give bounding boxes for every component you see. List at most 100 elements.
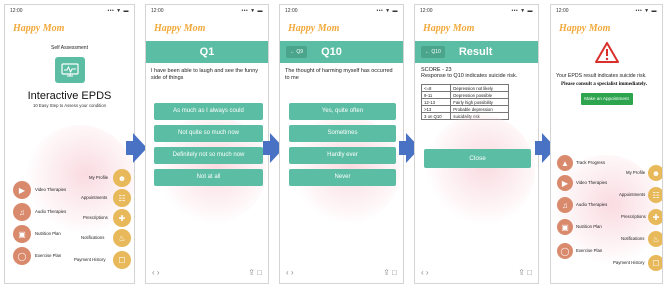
menu-appointments[interactable]: Appointments [81,195,107,200]
response-text: Response to Q10 indicates suicide risk. [421,73,518,79]
status-bar: 12:00 ••• ▼ ▬ [280,5,403,17]
brand-logo: Happy Mom [13,23,65,34]
video-therapies-icon[interactable]: ▶ [13,181,31,199]
score-table: <=8 Depression not likely 9-11 Depression … [420,84,509,120]
back-chevron-icon[interactable]: ‹ › [421,268,429,277]
status-bar: 12:00 ••• ▼ ▬ [5,5,134,17]
question-text: The thought of harming myself has occurr… [285,68,393,82]
my-profile-icon[interactable]: ☻ [113,169,131,187]
menu-prescriptions[interactable]: Prescriptions [621,214,646,219]
menu-payment-history[interactable]: Payment History [74,257,106,262]
browser-nav: ‹ › ⇪ □ [152,268,262,277]
browser-nav: ‹ › ⇪ □ [286,268,397,277]
status-time: 12:00 [556,8,569,14]
menu-nutrition-plan[interactable]: Nutrition Plan [576,224,602,229]
exercise-plan-icon[interactable]: ◯ [557,243,573,259]
menu-exercise-plan[interactable]: Exercise Plan [35,253,61,258]
risk-alert-screen: 12:00 ••• ▼ ▬ Happy Mom Your EPDS result… [550,4,663,284]
option-not-at-all-button[interactable]: Not at all [154,169,263,186]
question-title: Q1 [199,46,215,58]
menu-my-profile[interactable]: My Profile [626,170,645,175]
notifications-icon[interactable]: ♨ [648,231,662,247]
brand-logo: Happy Mom [288,23,340,34]
prescriptions-icon[interactable]: ✚ [113,209,131,227]
table-row: 9-11 Depression possible [420,91,509,99]
payment-history-icon[interactable]: ☐ [113,251,131,269]
status-time: 12:00 [285,8,298,14]
table-row: 12-13 Fairly high possibility [420,98,509,106]
status-bar: 12:00 ••• ▼ ▬ [415,5,538,17]
option-yes-quite-often-button[interactable]: Yes, quite often [289,103,396,120]
menu-notifications[interactable]: Notifications [81,235,104,240]
warning-icon [551,42,662,68]
menu-audio-therapies[interactable]: Audio Therapies [35,209,66,214]
option-not-quite-so-much-button[interactable]: Not quite so much now [154,125,263,142]
menu-appointments[interactable]: Appointments [619,192,645,197]
status-bar: 12:00 ••• ▼ ▬ [551,5,662,17]
option-never-button[interactable]: Never [289,169,396,186]
mother-baby-watermark [425,115,535,225]
menu-video-therapies[interactable]: Video Therapies [576,180,607,185]
back-chevron-icon[interactable]: ‹ › [152,268,160,277]
status-signal-icon: ••• ▼ ▬ [376,8,398,14]
option-hardly-ever-button[interactable]: Hardly ever [289,147,396,164]
appointments-icon[interactable]: ☷ [648,187,662,203]
result-header: ← Q10 Result [415,41,538,63]
menu-audio-therapies[interactable]: Audio Therapies [576,202,607,207]
consult-message: Please consult a specialist immediately. [561,81,648,87]
brand-logo: Happy Mom [559,23,611,34]
prescriptions-icon[interactable]: ✚ [648,209,662,225]
menu-payment-history[interactable]: Payment History [613,260,645,265]
share-icon[interactable]: ⇪ □ [248,268,262,277]
question-1-screen: 12:00 ••• ▼ ▬ Happy Mom Q1 I have been a… [145,4,269,284]
close-button[interactable]: Close [424,149,531,168]
status-signal-icon: ••• ▼ ▬ [107,8,129,14]
menu-track-progress[interactable]: Track Progress [576,160,605,165]
payment-history-icon[interactable]: ☐ [648,255,662,271]
nutrition-plan-icon[interactable]: ▣ [557,219,573,235]
question-text: I have been able to laugh and see the fu… [151,68,259,82]
epds-monitor-button[interactable] [54,57,85,83]
my-profile-icon[interactable]: ☻ [648,165,662,181]
appointments-icon[interactable]: ☷ [113,189,131,207]
question-title: Q10 [321,46,342,58]
menu-my-profile[interactable]: My Profile [89,175,108,180]
option-definitely-not-button[interactable]: Definitely not so much now [154,147,263,164]
score-meaning: Depression possible [450,91,509,99]
share-icon[interactable]: ⇪ □ [383,268,397,277]
back-chevron-icon[interactable]: ‹ › [286,268,294,277]
nutrition-plan-icon[interactable]: ▣ [13,225,31,243]
audio-therapies-icon[interactable]: ♫ [557,197,573,213]
score-range: 3 on Q10 [420,112,452,120]
menu-notifications[interactable]: Notifications [621,236,644,241]
menu-nutrition-plan[interactable]: Nutrition Plan [35,231,61,236]
share-icon[interactable]: ⇪ □ [518,268,532,277]
exercise-plan-icon[interactable]: ◯ [13,247,31,265]
score-range: >13 [420,105,452,113]
video-therapies-icon[interactable]: ▶ [557,175,573,191]
make-appointment-button[interactable]: Make an Appointment [580,93,633,105]
back-to-q9-button[interactable]: ← Q9 [286,46,308,58]
status-time: 12:00 [420,8,433,14]
self-assessment-label: Self Assessment [51,45,88,51]
brand-logo: Happy Mom [423,23,475,34]
track-progress-icon[interactable]: ▲ [557,155,573,171]
epds-subtitle: 10 Easy Step to Assess your condition [32,103,107,108]
brand-logo: Happy Mom [154,23,206,34]
status-time: 12:00 [10,8,23,14]
menu-prescriptions[interactable]: Prescriptions [83,215,108,220]
notifications-icon[interactable]: ♨ [113,229,131,247]
result-title: Result [458,46,493,58]
status-signal-icon: ••• ▼ ▬ [511,8,533,14]
option-as-much-as-always-button[interactable]: As much as I always could [154,103,263,120]
risk-message: Your EPDS result indicates suicide risk. [556,73,647,79]
result-screen: 12:00 ••• ▼ ▬ Happy Mom ← Q10 Result SCO… [414,4,539,284]
score-meaning: Depression not likely [450,84,509,92]
menu-exercise-plan[interactable]: Exercise Plan [576,248,602,253]
option-sometimes-button[interactable]: Sometimes [289,125,396,142]
epds-title: Interactive EPDS [27,90,112,102]
back-to-q10-button[interactable]: ← Q10 [421,46,445,58]
audio-therapies-icon[interactable]: ♫ [13,203,31,221]
score-range: 12-13 [420,98,452,106]
menu-video-therapies[interactable]: Video Therapies [35,187,66,192]
